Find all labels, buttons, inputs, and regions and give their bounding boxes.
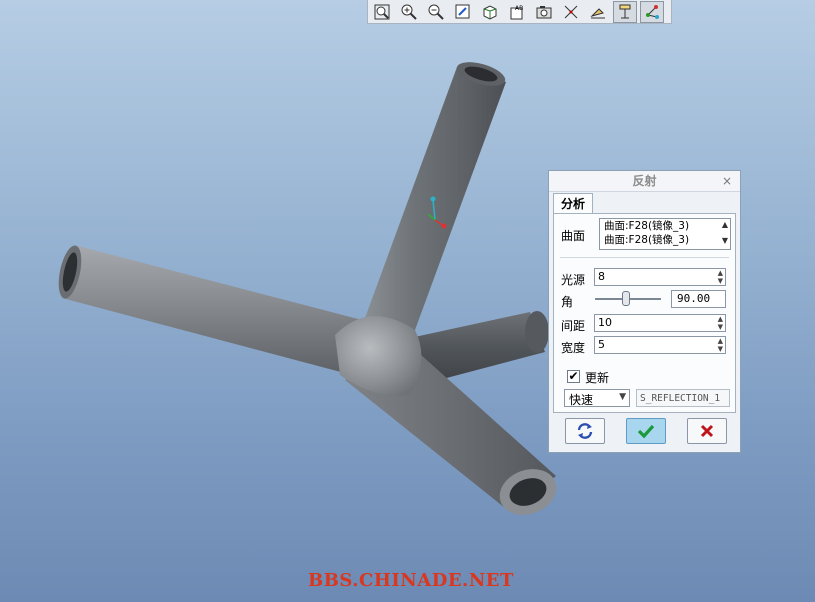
view-manager-icon[interactable]: AB <box>505 1 529 23</box>
divider <box>560 257 729 258</box>
tab-analysis[interactable]: 分析 <box>553 193 594 214</box>
close-icon[interactable]: × <box>722 171 732 191</box>
refresh-icon <box>577 423 593 439</box>
csys-display-icon[interactable] <box>640 0 664 23</box>
spin-center-icon[interactable] <box>586 1 610 23</box>
quality-dropdown[interactable]: 快速 ▼ <box>564 389 630 407</box>
scroll-down-icon[interactable]: ▼ <box>722 236 728 245</box>
spin-arrows-icon[interactable]: ▲ ▼ <box>718 337 723 353</box>
surface-collector[interactable]: 曲面:F28(镜像_3) 曲面:F28(镜像_3) ▲ ▼ <box>599 218 731 250</box>
zoom-in-icon[interactable] <box>397 1 421 23</box>
angle-slider-thumb[interactable] <box>622 291 630 306</box>
angle-label: 角 <box>561 295 574 309</box>
spacing-value: 10 <box>598 316 612 329</box>
spin-arrows-icon[interactable]: ▲ ▼ <box>718 315 723 331</box>
ok-button[interactable] <box>626 418 666 444</box>
spacing-field[interactable]: 10 ▲ ▼ <box>594 314 726 332</box>
dialog-title-bar[interactable]: 反射 × <box>549 171 740 192</box>
chevron-down-icon: ▼ <box>619 392 626 402</box>
spacing-label: 间距 <box>561 319 586 333</box>
width-label: 宽度 <box>561 341 586 355</box>
repaint-icon[interactable] <box>451 1 475 23</box>
update-checkbox[interactable]: ✔ <box>567 370 580 383</box>
analysis-panel: 曲面 曲面:F28(镜像_3) 曲面:F28(镜像_3) ▲ ▼ 光源 8 ▲ ▼… <box>553 213 736 413</box>
datum-display-icon[interactable] <box>559 1 583 23</box>
orient-icon[interactable] <box>478 1 502 23</box>
quality-value: 快速 <box>569 393 594 407</box>
width-value: 5 <box>598 338 605 351</box>
saved-views-icon[interactable] <box>532 1 556 23</box>
tab-bar: 分析 <box>553 193 594 214</box>
surface-label: 曲面 <box>561 229 586 243</box>
light-source-field[interactable]: 8 ▲ ▼ <box>594 268 726 286</box>
recompute-button[interactable] <box>565 418 605 444</box>
zoom-out-icon[interactable] <box>424 1 448 23</box>
annotation-icon[interactable] <box>613 0 637 23</box>
close-x-icon <box>700 424 714 438</box>
dialog-title: 反射 <box>632 174 657 188</box>
watermark-text: BBS.CHINADE.NET <box>308 570 514 591</box>
view-toolbar: AB <box>367 0 672 24</box>
light-source-value: 8 <box>598 270 605 283</box>
name-field[interactable]: S_REFLECTION_1 <box>636 389 730 407</box>
light-source-label: 光源 <box>561 273 586 287</box>
svg-text:AB: AB <box>515 5 523 12</box>
update-label: 更新 <box>585 371 610 385</box>
reflection-dialog: 反射 × 分析 曲面 曲面:F28(镜像_3) 曲面:F28(镜像_3) ▲ ▼… <box>548 170 741 453</box>
angle-field[interactable]: 90.00 <box>671 290 726 308</box>
scroll-up-icon[interactable]: ▲ <box>722 220 728 229</box>
surface-item[interactable]: 曲面:F28(镜像_3) <box>600 219 730 233</box>
spin-arrows-icon[interactable]: ▲ ▼ <box>718 269 723 285</box>
checkmark-icon <box>637 424 655 439</box>
cancel-button[interactable] <box>687 418 727 444</box>
surface-item[interactable]: 曲面:F28(镜像_3) <box>600 233 730 247</box>
zoom-fit-icon[interactable] <box>370 1 394 23</box>
width-field[interactable]: 5 ▲ ▼ <box>594 336 726 354</box>
